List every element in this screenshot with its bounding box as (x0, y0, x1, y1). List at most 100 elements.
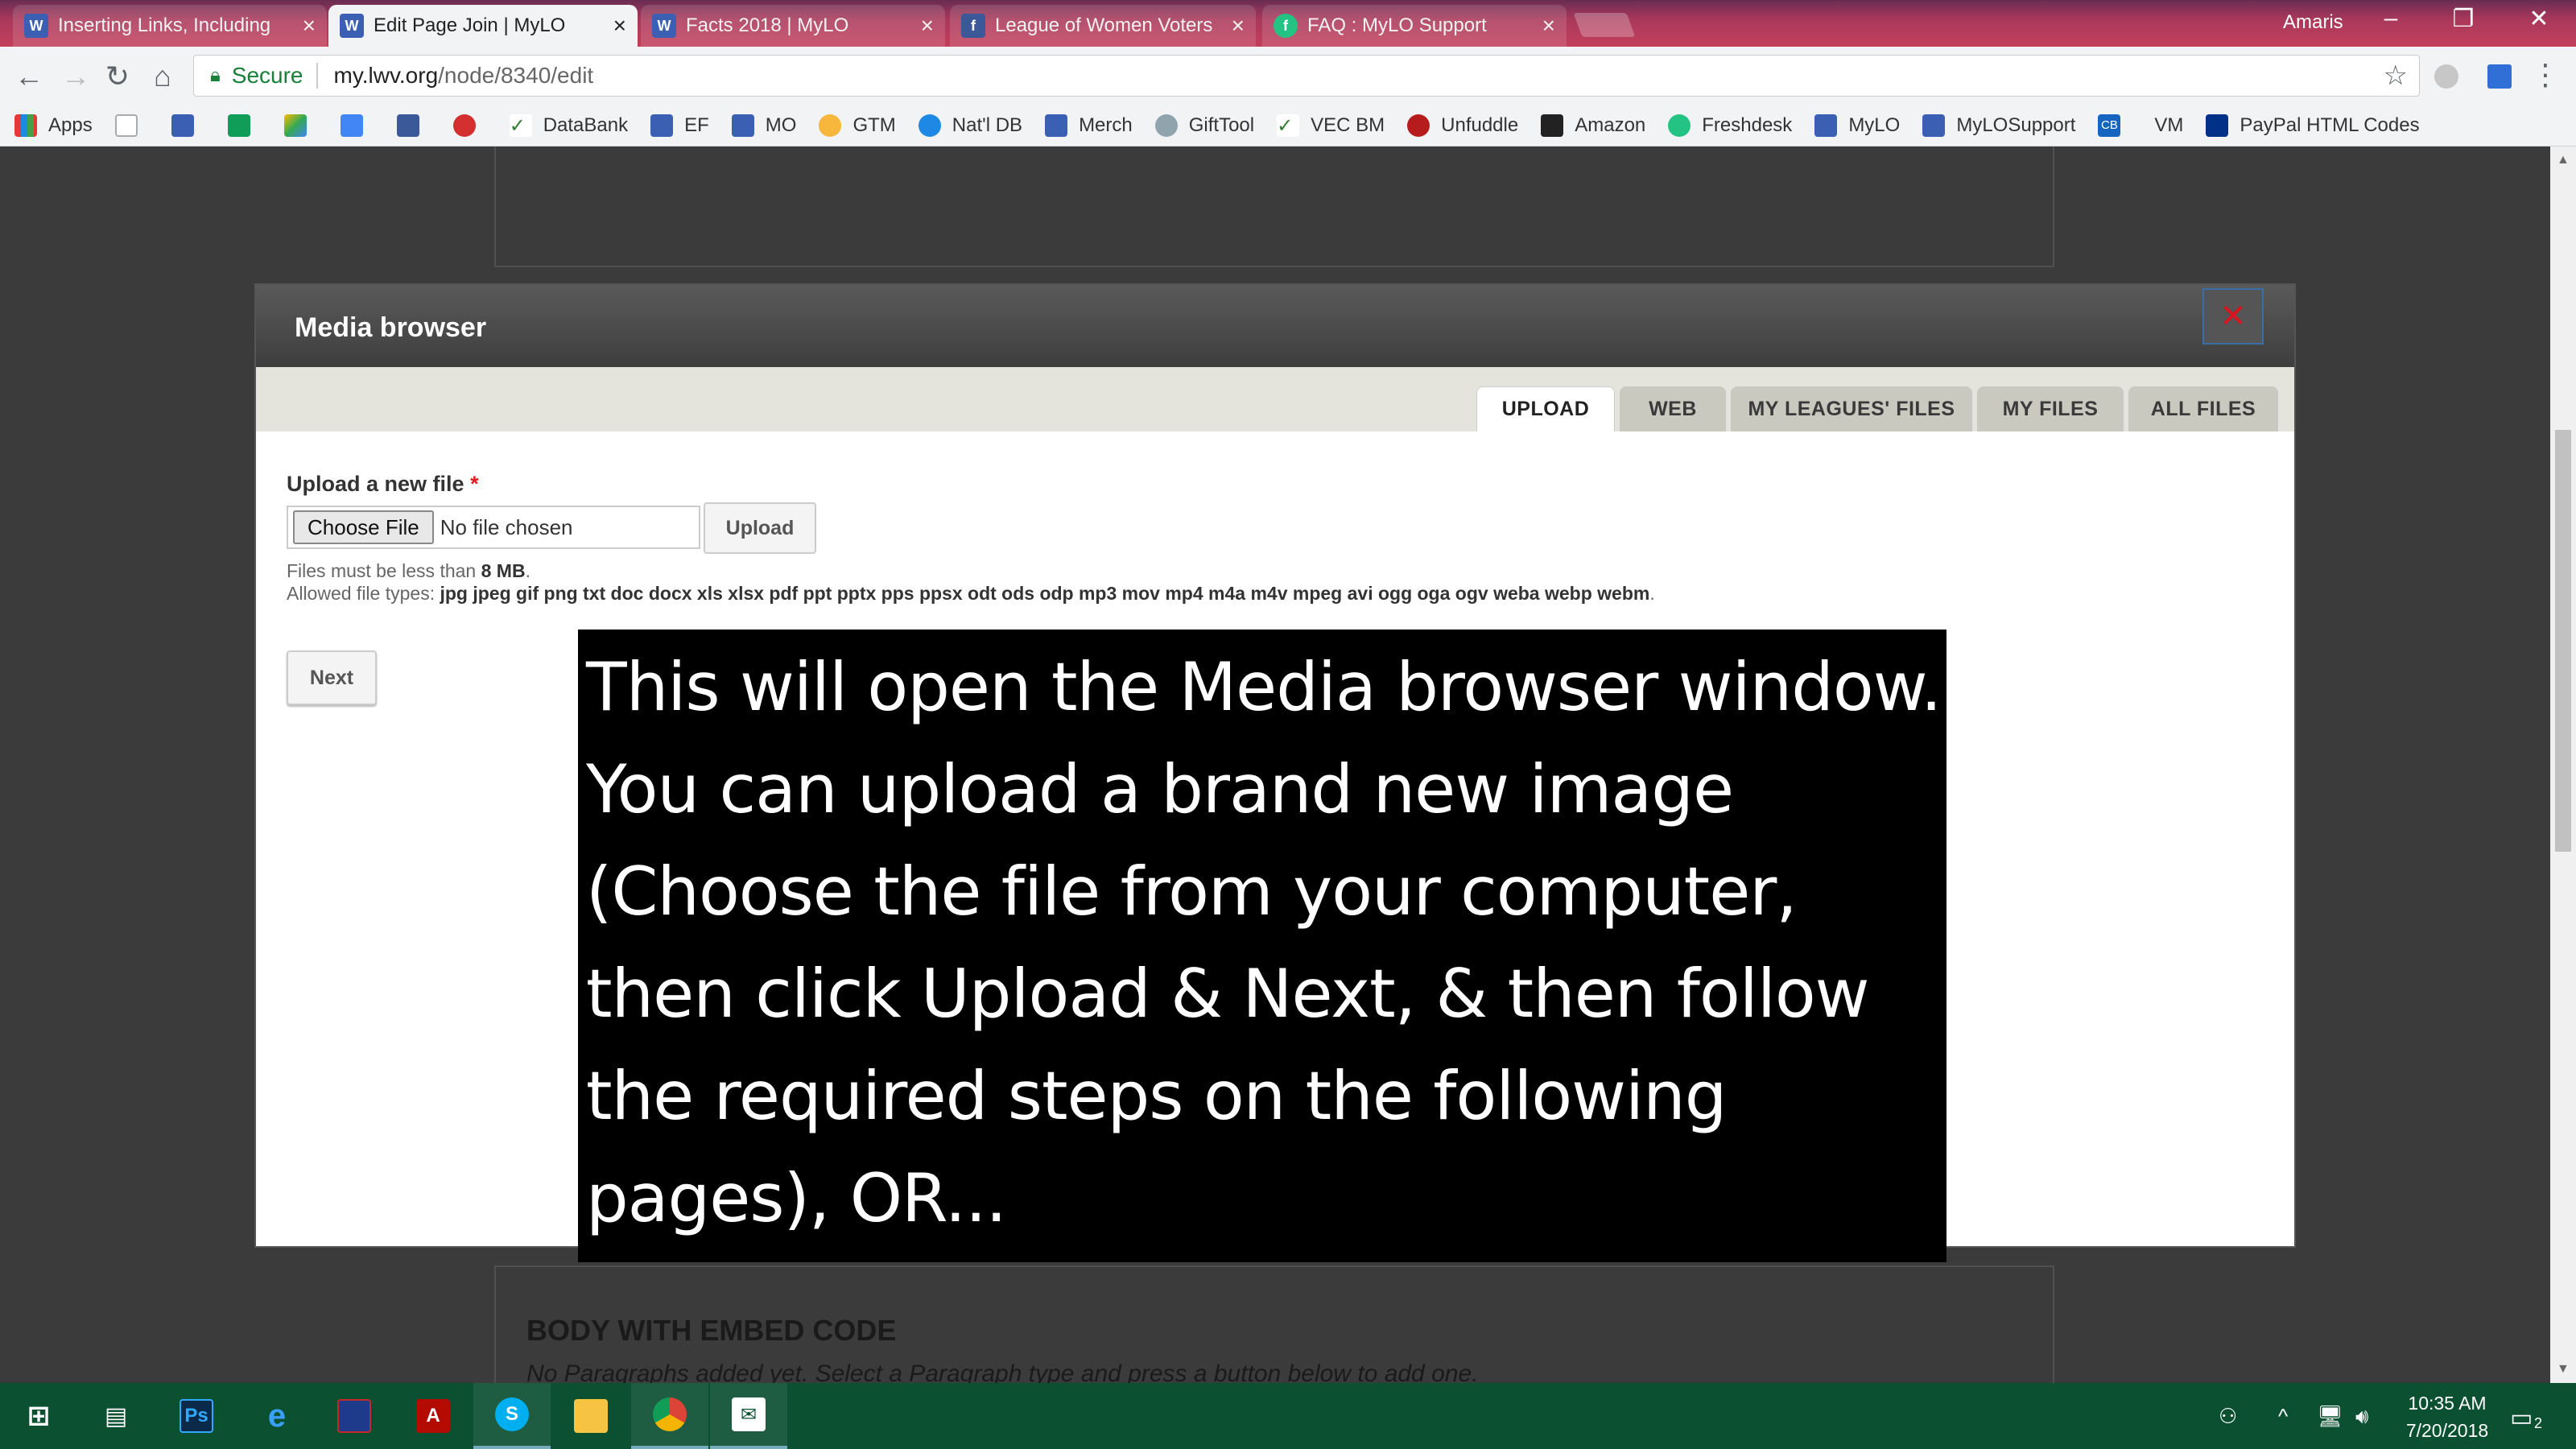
bookmark-docs[interactable] (340, 114, 374, 137)
windows-taskbar: ⊞ ▤ Ps e A S ✉ ⚇ ^ 🖥︎ 🔊︎ 10:35 AM 7/20/2… (0, 1383, 2576, 1449)
scroll-down-icon[interactable]: ▼ (2557, 1362, 2570, 1377)
bookmark-merch[interactable]: Merch (1045, 114, 1133, 137)
clock[interactable]: 10:35 AM 7/20/2018 (2391, 1389, 2504, 1444)
page-icon (114, 114, 138, 137)
sheets-icon (227, 114, 250, 137)
reload-icon[interactable]: ↻ (100, 60, 135, 93)
notifications-icon[interactable]: ▭ (2510, 1404, 2533, 1432)
bookmark-facebook[interactable] (396, 114, 431, 137)
support-icon (1922, 114, 1946, 137)
bookmark-amazon[interactable]: Amazon (1541, 114, 1645, 137)
bookmark-lwv[interactable] (171, 114, 205, 137)
lwv-icon (1045, 114, 1068, 137)
divider (316, 63, 318, 89)
docs-icon (340, 114, 363, 137)
bookmark-apps[interactable]: Apps (14, 114, 93, 137)
bookmark-sheets[interactable] (227, 114, 262, 137)
bookmark-cb[interactable]: CB (2098, 114, 2132, 137)
bookmark-drive[interactable] (283, 114, 318, 137)
tab-my-files[interactable]: MY FILES (1977, 386, 2124, 431)
tab-web[interactable]: WEB (1620, 386, 1726, 431)
url-bar[interactable]: 🔒︎ Secure my.lwv.org/node/8340/edit ☆ (193, 55, 2420, 97)
size-help-text: Files must be less than 8 MB. (287, 560, 530, 581)
taskbar-skype[interactable]: S (473, 1383, 551, 1449)
browser-titlebar: W Inserting Links, Including × W Edit Pa… (0, 0, 2576, 47)
bookmark-databank[interactable]: ✓ DataBank (509, 114, 628, 137)
bookmark-vm[interactable]: VM (2154, 114, 2183, 137)
browser-tab-4[interactable]: f League of Women Voters × (950, 5, 1256, 47)
bookmark-mylosupport[interactable]: MyLOSupport (1922, 114, 2075, 137)
bookmark-extension-icon[interactable] (2487, 64, 2512, 89)
scroll-thumb[interactable] (2555, 430, 2571, 852)
profile-name[interactable]: Amaris (2283, 11, 2343, 34)
chevron-up-icon[interactable]: ^ (2278, 1404, 2288, 1429)
menu-icon[interactable]: ⋮ (2528, 58, 2563, 92)
taskbar-photoshop[interactable]: Ps (158, 1383, 235, 1449)
url-text[interactable]: my.lwv.org/node/8340/edit (334, 63, 594, 89)
choose-file-button[interactable]: Choose File (293, 510, 434, 544)
bookmark-gifttool[interactable]: GiftTool (1154, 114, 1254, 137)
taskbar-acrobat[interactable]: A (394, 1383, 472, 1449)
bookmark-star-icon[interactable]: ☆ (2384, 60, 2408, 92)
close-icon[interactable]: × (1542, 13, 1555, 39)
volume-icon[interactable]: 🔊︎ (2355, 1404, 2368, 1430)
amazon-icon (1541, 114, 1564, 137)
bookmark-mylo[interactable]: MyLO (1814, 114, 1900, 137)
tab-all-files[interactable]: ALL FILES (2128, 386, 2278, 431)
address-toolbar: ← → ↻ ⌂ 🔒︎ Secure my.lwv.org/node/8340/e… (0, 47, 2576, 105)
home-icon[interactable]: ⌂ (145, 60, 180, 93)
minimize-icon[interactable]: – (2367, 5, 2415, 32)
browser-tab-1[interactable]: W Inserting Links, Including × (13, 5, 327, 47)
taskbar-chrome[interactable] (631, 1383, 708, 1449)
dialog-close-button[interactable]: ✕ (2202, 288, 2264, 345)
bookmark-gtm[interactable]: GTM (819, 114, 896, 137)
task-view-button[interactable]: ▤ (77, 1383, 155, 1449)
taskbar-app[interactable] (316, 1383, 393, 1449)
facebook-icon (396, 114, 419, 137)
network-icon[interactable]: 🖥︎ (2317, 1404, 2343, 1429)
page-scrollbar[interactable]: ▲ ▼ (2550, 147, 2576, 1383)
close-icon[interactable]: × (613, 13, 626, 39)
taskbar-mail[interactable]: ✉ (710, 1383, 787, 1449)
bookmark-vec-bm[interactable]: ✓ VEC BM (1277, 114, 1385, 137)
bookmark-natl-db[interactable]: Nat'l DB (918, 114, 1022, 137)
chrome-icon (653, 1397, 687, 1431)
bookmark-freshdesk[interactable]: Freshdesk (1668, 114, 1792, 137)
taskbar-file-explorer[interactable] (552, 1383, 630, 1449)
skype-icon: S (495, 1397, 529, 1431)
new-tab-button[interactable] (1573, 13, 1636, 37)
tab-my-leagues-files[interactable]: MY LEAGUES' FILES (1731, 386, 1972, 431)
close-icon[interactable]: × (1232, 13, 1245, 39)
scroll-up-icon[interactable]: ▲ (2557, 153, 2570, 167)
window-close-icon[interactable]: ✕ (2515, 5, 2563, 33)
tab-title: Inserting Links, Including (58, 14, 271, 36)
close-icon[interactable]: × (303, 13, 316, 39)
edge-icon: e (267, 1397, 287, 1434)
date: 7/20/2018 (2405, 1420, 2489, 1441)
restore-icon[interactable]: ❐ (2439, 5, 2487, 33)
bookmark-mo[interactable]: MO (731, 114, 796, 137)
tab-upload[interactable]: UPLOAD (1476, 386, 1615, 431)
start-button[interactable]: ⊞ (0, 1383, 77, 1449)
file-input[interactable]: Choose File No file chosen (287, 506, 700, 549)
bookmark-ef[interactable]: EF (650, 114, 709, 137)
browser-tab-3[interactable]: W Facts 2018 | MyLO × (641, 5, 945, 47)
close-icon[interactable]: × (921, 13, 934, 39)
bookmark-unfuddle[interactable]: Unfuddle (1407, 114, 1518, 137)
photoshop-icon: Ps (180, 1399, 213, 1433)
facebook-icon: f (961, 14, 985, 38)
upload-button[interactable]: Upload (704, 502, 816, 554)
bookmark-paypal[interactable]: PayPal HTML Codes (2206, 114, 2420, 137)
forward-icon[interactable]: → (58, 60, 93, 93)
browser-tab-5[interactable]: f FAQ : MyLO Support × (1262, 5, 1567, 47)
extension-icon[interactable] (2434, 64, 2458, 89)
taskbar-edge[interactable]: e (238, 1383, 316, 1449)
cb-icon: CB (2098, 114, 2121, 137)
next-button[interactable]: Next (287, 650, 377, 705)
browser-tab-2[interactable]: W Edit Page Join | MyLO × (328, 5, 638, 47)
bookmark-page[interactable] (114, 114, 149, 137)
back-icon[interactable]: ← (11, 60, 47, 93)
paypal-icon (2206, 114, 2229, 137)
bookmark-red[interactable] (452, 114, 487, 137)
people-icon[interactable]: ⚇ (2219, 1404, 2237, 1429)
